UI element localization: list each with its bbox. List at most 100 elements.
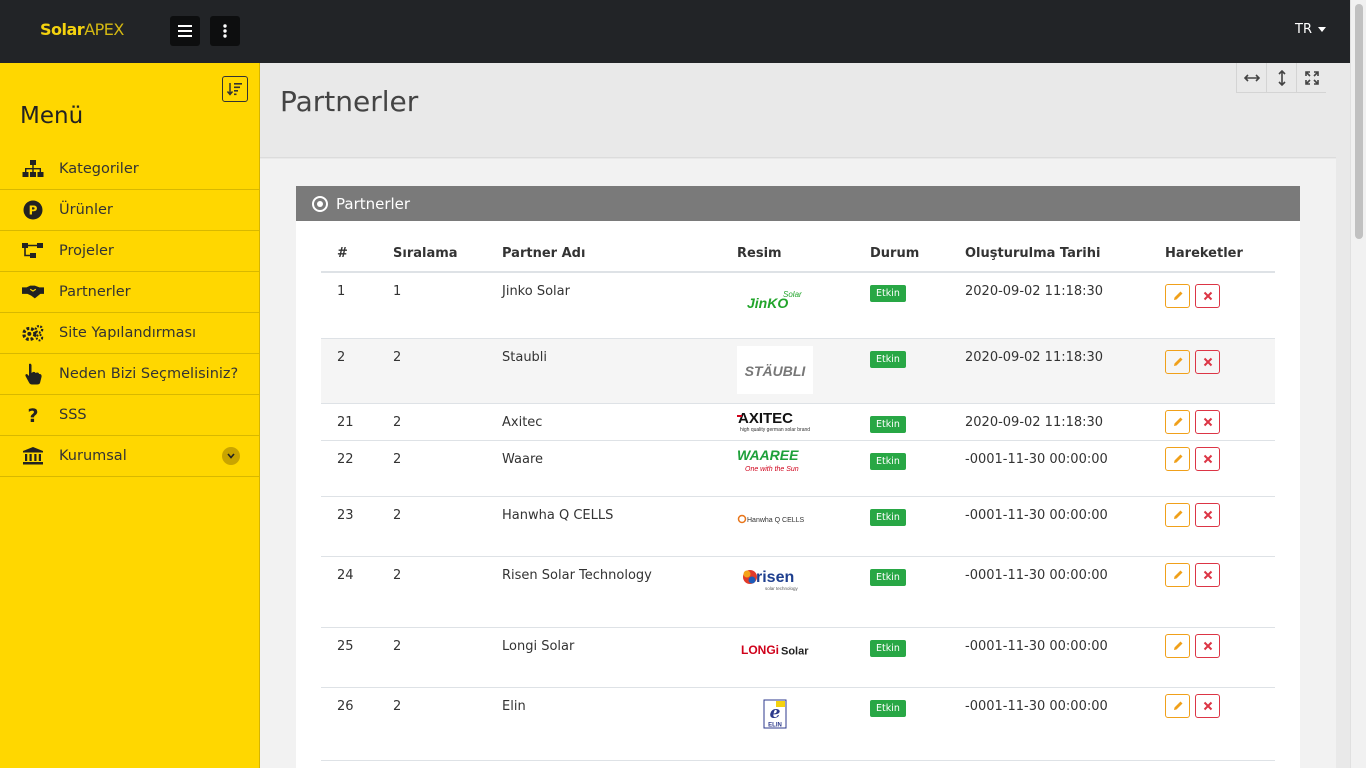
- col-header-date[interactable]: Oluşturulma Tarihi: [949, 235, 1149, 273]
- pencil-icon: [1173, 291, 1182, 300]
- sidebar-toggle-button[interactable]: [170, 16, 200, 46]
- fullscreen-button[interactable]: [1296, 63, 1326, 93]
- delete-button[interactable]: [1195, 349, 1220, 374]
- cell-id: 24: [321, 556, 377, 628]
- brand-logo[interactable]: SolarAPEX: [40, 20, 124, 39]
- svg-text:risen: risen: [756, 569, 794, 586]
- table-row: 1 1 Jinko Solar JinKO Solar Etkin 2020-0…: [321, 272, 1275, 339]
- partner-logo-hanwha: Hanwha Q CELLS: [737, 509, 854, 529]
- cell-status: Etkin: [854, 338, 949, 404]
- cell-date: 2020-09-02 11:18:30: [949, 338, 1149, 404]
- col-header-order[interactable]: Sıralama: [377, 235, 486, 273]
- cell-actions: [1149, 272, 1275, 339]
- partner-logo-staubli: STÄUBLI: [737, 345, 854, 394]
- sidebar-item-partnerler[interactable]: Partnerler: [0, 272, 259, 313]
- pencil-icon: [1173, 701, 1182, 710]
- brand-part-apex: APEX: [84, 20, 124, 39]
- sidebar-item-projeler[interactable]: Projeler: [0, 231, 259, 272]
- sidebar-item-label: Kurumsal: [59, 448, 127, 464]
- cell-name: Risen Solar Technology: [486, 556, 721, 628]
- svg-text:ELIN: ELIN: [768, 722, 782, 728]
- edit-button[interactable]: [1165, 562, 1190, 587]
- edit-button[interactable]: [1165, 349, 1190, 374]
- sidebar-item-sss[interactable]: ? SSS: [0, 395, 259, 436]
- close-icon: [1203, 454, 1212, 463]
- cell-image: WAAREE One with the Sun: [721, 440, 854, 497]
- sidebar-sort-button[interactable]: [222, 76, 248, 102]
- pencil-icon: [1173, 641, 1182, 650]
- col-header-status[interactable]: Durum: [854, 235, 949, 273]
- delete-button[interactable]: [1195, 693, 1220, 718]
- partners-panel: Partnerler # Sıralama Partner Adı Resim …: [296, 186, 1300, 768]
- edit-button[interactable]: [1165, 409, 1190, 434]
- chevron-down-icon[interactable]: [222, 447, 240, 465]
- page-scrollbar[interactable]: [1350, 0, 1366, 768]
- close-icon: [1203, 641, 1212, 650]
- svg-text:LONGi: LONGi: [741, 643, 779, 657]
- delete-button[interactable]: [1195, 284, 1220, 308]
- dot-circle-icon: [312, 195, 328, 212]
- cell-order: 2: [377, 496, 486, 557]
- svg-text:Hanwha Q CELLS: Hanwha Q CELLS: [747, 517, 805, 524]
- status-badge: Etkin: [870, 568, 906, 586]
- table-row: 25 2 Longi Solar LONGi Solar Etkin -0001…: [321, 627, 1275, 688]
- sidebar-item-kurumsal[interactable]: Kurumsal: [0, 436, 259, 477]
- close-icon: [1203, 510, 1212, 519]
- scrollbar-thumb[interactable]: [1355, 4, 1363, 239]
- edit-button[interactable]: [1165, 502, 1190, 527]
- edit-button[interactable]: [1165, 633, 1190, 658]
- brand-part-solar: Solar: [40, 20, 85, 39]
- cell-id: 22: [321, 440, 377, 497]
- delete-button[interactable]: [1195, 446, 1220, 471]
- status-badge: Etkin: [870, 508, 906, 526]
- cell-name: Jinko Solar: [486, 272, 721, 339]
- cell-date: 2020-09-02 11:18:30: [949, 272, 1149, 339]
- col-header-image[interactable]: Resim: [721, 235, 854, 273]
- delete-button[interactable]: [1195, 562, 1220, 587]
- cell-order: 2: [377, 627, 486, 688]
- close-icon: [1203, 291, 1212, 301]
- status-badge: Etkin: [870, 452, 906, 470]
- cell-order: 2: [377, 403, 486, 441]
- col-header-name[interactable]: Partner Adı: [486, 235, 721, 273]
- cell-order: 2: [377, 338, 486, 404]
- delete-button[interactable]: [1195, 633, 1220, 658]
- cell-order: 2: [377, 687, 486, 761]
- sidebar-item-urunler[interactable]: P Ürünler: [0, 190, 259, 231]
- expand-horizontal-button[interactable]: [1236, 63, 1266, 93]
- delete-button[interactable]: [1195, 409, 1220, 434]
- caret-down-icon: [1318, 27, 1326, 32]
- cell-name: Elin: [486, 687, 721, 761]
- layout-tools: [1236, 63, 1326, 93]
- pencil-icon: [1173, 417, 1182, 426]
- cell-status: Etkin: [854, 272, 949, 339]
- partners-table: # Sıralama Partner Adı Resim Durum Oluşt…: [321, 235, 1275, 761]
- language-dropdown[interactable]: TR: [1295, 22, 1326, 37]
- svg-text:One with the Sun: One with the Sun: [745, 466, 799, 473]
- menu-title: Menü: [20, 103, 84, 129]
- cell-image: e ELIN: [721, 687, 854, 761]
- sitemap-icon: [22, 158, 44, 180]
- expand-vertical-button[interactable]: [1266, 63, 1296, 93]
- top-navbar: SolarAPEX TR: [0, 0, 1366, 63]
- cell-name: Axitec: [486, 403, 721, 441]
- vertical-dots-icon: [223, 24, 227, 38]
- partner-logo-longi: LONGi Solar: [737, 641, 854, 661]
- delete-button[interactable]: [1195, 502, 1220, 527]
- sidebar-item-kategoriler[interactable]: Kategoriler: [0, 149, 259, 190]
- sidebar-item-label: SSS: [59, 407, 87, 423]
- pencil-icon: [1173, 454, 1182, 463]
- edit-button[interactable]: [1165, 693, 1190, 718]
- col-header-id[interactable]: #: [321, 235, 377, 273]
- edit-button[interactable]: [1165, 284, 1190, 308]
- sidebar-item-site-yapilandirmasi[interactable]: Site Yapılandırması: [0, 313, 259, 354]
- status-badge: Etkin: [870, 415, 906, 433]
- edit-button[interactable]: [1165, 446, 1190, 471]
- sidebar-item-neden-bizi[interactable]: Neden Bizi Seçmelisiniz?: [0, 354, 259, 395]
- cell-id: 25: [321, 627, 377, 688]
- panel-header: Partnerler: [296, 186, 1300, 221]
- close-icon: [1203, 570, 1212, 579]
- cell-order: 2: [377, 556, 486, 628]
- cell-order: 1: [377, 272, 486, 339]
- more-options-button[interactable]: [210, 16, 240, 46]
